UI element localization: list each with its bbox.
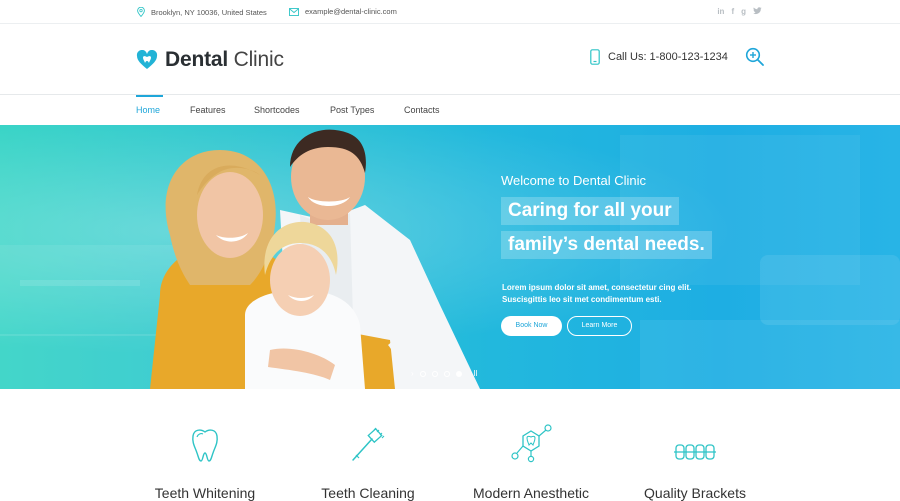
nav-item-contacts[interactable]: Contacts xyxy=(404,105,440,115)
feature-teeth-cleaning[interactable]: Teeth Cleaning xyxy=(288,389,448,501)
top-bar: Brooklyn, NY 10036, United States exampl… xyxy=(0,0,900,24)
tooth-heart-logo-icon xyxy=(136,50,158,69)
site-header: Dental Clinic Call Us: 1-800-123-1234 xyxy=(0,24,900,95)
social-links: in f g xyxy=(717,7,762,17)
slider-dot-1[interactable] xyxy=(419,371,426,377)
slider-dot-4[interactable] xyxy=(455,371,462,377)
address-text: Brooklyn, NY 10036, United States xyxy=(151,7,267,17)
feature-title: Modern Anesthetic xyxy=(473,485,589,501)
slider-pause-icon[interactable]: ll xyxy=(474,370,478,378)
logo-text: Dental Clinic xyxy=(165,48,284,71)
molecule-icon xyxy=(511,424,552,463)
google-plus-icon[interactable]: g xyxy=(741,7,746,17)
tooth-icon xyxy=(192,429,218,462)
envelope-icon xyxy=(289,7,299,16)
hero-lead: Lorem ipsum dolor sit amet, consectetur … xyxy=(502,282,762,306)
feature-teeth-whitening[interactable]: Teeth Whitening xyxy=(125,389,285,501)
hero-headline-line-2: family’s dental needs. xyxy=(501,231,712,259)
feature-modern-anesthetic[interactable]: Modern Anesthetic xyxy=(451,389,611,501)
hero-slider: Welcome to Dental Clinic Caring for all … xyxy=(0,125,900,389)
hero-headline-line-1: Caring for all your xyxy=(501,197,679,225)
feature-quality-brackets[interactable]: Quality Brackets xyxy=(615,389,775,501)
feature-title: Quality Brackets xyxy=(644,485,746,501)
slider-dot-3[interactable] xyxy=(443,371,450,377)
book-now-button[interactable]: Book Now xyxy=(501,316,562,336)
linkedin-icon[interactable]: in xyxy=(717,7,724,17)
nav-item-post-types[interactable]: Post Types xyxy=(330,105,374,115)
features-section: Teeth Whitening Teeth Cleaning Modern An… xyxy=(0,389,900,501)
call-us-text: Call Us: 1-800-123-1234 xyxy=(608,51,728,63)
toothbrush-icon xyxy=(352,427,385,461)
main-nav: Home Features Shortcodes Post Types Cont… xyxy=(0,95,900,125)
call-us[interactable]: Call Us: 1-800-123-1234 xyxy=(590,49,728,65)
brackets-icon xyxy=(674,444,716,460)
nav-item-shortcodes[interactable]: Shortcodes xyxy=(254,105,300,115)
nav-item-home[interactable]: Home xyxy=(136,105,160,115)
search-icon[interactable] xyxy=(745,47,765,67)
email-info[interactable]: example@dental-clinic.com xyxy=(289,7,397,16)
hero-welcome: Welcome to Dental Clinic xyxy=(501,173,646,188)
hero-lead-line-2: Suscisgittis leo sit met condimentum est… xyxy=(502,295,662,304)
feature-title: Teeth Whitening xyxy=(154,485,256,501)
family-photo xyxy=(150,129,480,389)
nav-active-indicator xyxy=(136,95,163,97)
slider-prev-icon[interactable]: › xyxy=(411,370,414,378)
address-info: Brooklyn, NY 10036, United States xyxy=(137,7,267,17)
email-link[interactable]: example@dental-clinic.com xyxy=(305,7,397,16)
hero-lead-line-1: Lorem ipsum dolor sit amet, consectetur … xyxy=(502,283,692,292)
twitter-icon[interactable] xyxy=(753,7,762,17)
map-pin-icon xyxy=(137,7,145,17)
learn-more-button[interactable]: Learn More xyxy=(567,316,632,336)
nav-item-features[interactable]: Features xyxy=(190,105,226,115)
feature-title: Teeth Cleaning xyxy=(321,485,415,501)
slider-dot-2[interactable] xyxy=(431,371,438,377)
slider-pagination: › ll xyxy=(411,370,478,378)
logo[interactable]: Dental Clinic xyxy=(136,48,284,72)
facebook-icon[interactable]: f xyxy=(731,7,734,17)
phone-icon xyxy=(590,49,600,65)
